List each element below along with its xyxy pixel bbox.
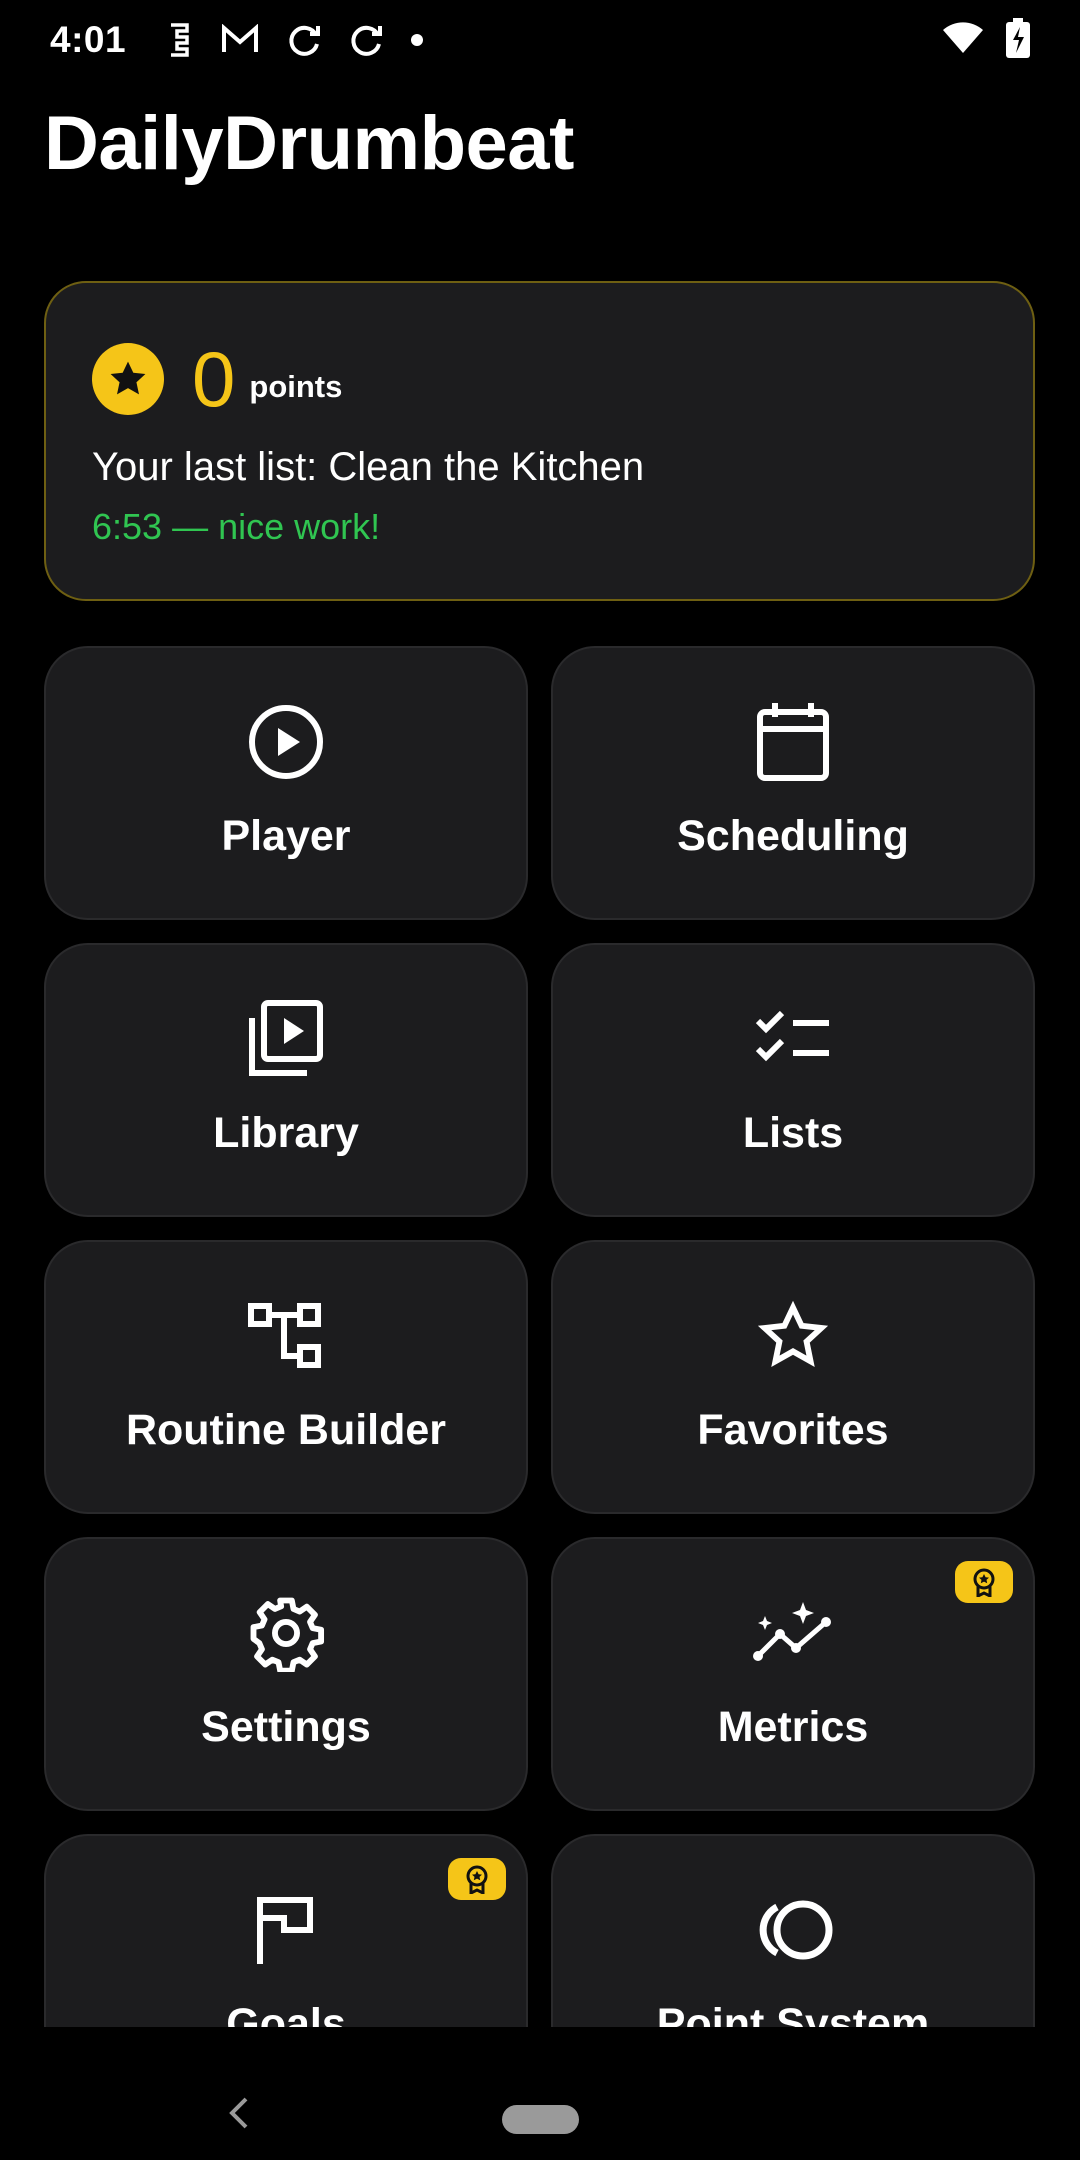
sync-icon — [286, 22, 322, 58]
tile-label: Metrics — [717, 1703, 869, 1751]
home-pill-icon[interactable] — [502, 2105, 579, 2134]
calendar-icon — [755, 702, 831, 782]
status-time: 4:01 — [50, 19, 127, 60]
home-screen: 4:01 DailyDrumbeat 0 points Your last li… — [0, 0, 1080, 2160]
sparkle-chart-icon — [751, 1593, 835, 1673]
dot-icon — [410, 33, 424, 47]
tile-favorites[interactable]: Favorites — [551, 1240, 1035, 1514]
points-unit: points — [249, 369, 343, 404]
sync-icon — [348, 22, 384, 58]
last-list-text: Your last list: Clean the Kitchen — [92, 445, 645, 489]
play-circle-icon — [248, 702, 324, 782]
tree-structure-icon — [248, 1296, 324, 1376]
navigation-bar — [0, 2027, 1080, 2160]
video-library-icon — [247, 999, 325, 1079]
tile-label: Favorites — [697, 1406, 889, 1454]
tile-settings[interactable]: Settings — [44, 1537, 528, 1811]
tile-routine-builder[interactable]: Routine Builder — [44, 1240, 528, 1514]
sim-icon — [164, 22, 194, 58]
star-badge-icon — [92, 343, 164, 415]
app-title: DailyDrumbeat — [44, 101, 574, 186]
tile-label: Scheduling — [677, 812, 909, 860]
points-card[interactable]: 0 points Your last list: Clean the Kitch… — [44, 281, 1035, 601]
notification-icons — [164, 22, 424, 58]
status-right — [942, 17, 1030, 63]
flag-icon — [254, 1890, 318, 1970]
tile-library[interactable]: Library — [44, 943, 528, 1217]
star-outline-icon — [755, 1296, 831, 1376]
pro-badge-icon — [448, 1858, 506, 1900]
tile-label: Library — [213, 1109, 359, 1157]
checklist-icon — [755, 999, 831, 1079]
tile-lists[interactable]: Lists — [551, 943, 1035, 1217]
circles-icon — [751, 1890, 835, 1970]
tile-label: Routine Builder — [125, 1406, 447, 1454]
tile-metrics[interactable]: Metrics — [551, 1537, 1035, 1811]
tile-label: Lists — [742, 1109, 844, 1157]
tile-label: Settings — [201, 1703, 371, 1751]
back-chevron-icon[interactable] — [224, 2093, 254, 2138]
last-time-text: 6:53 — nice work! — [92, 506, 381, 547]
pro-badge-icon — [955, 1561, 1013, 1603]
battery-charging-icon — [1006, 17, 1030, 63]
status-bar: 4:01 — [0, 0, 1080, 80]
wifi-icon — [942, 21, 984, 60]
tile-label: Player — [221, 812, 351, 860]
tile-player[interactable]: Player — [44, 646, 528, 920]
points-row: 0 points — [92, 339, 989, 419]
gmail-icon — [220, 24, 260, 56]
points-value: 0 — [192, 335, 236, 423]
gear-icon — [247, 1593, 325, 1673]
tile-scheduling[interactable]: Scheduling — [551, 646, 1035, 920]
